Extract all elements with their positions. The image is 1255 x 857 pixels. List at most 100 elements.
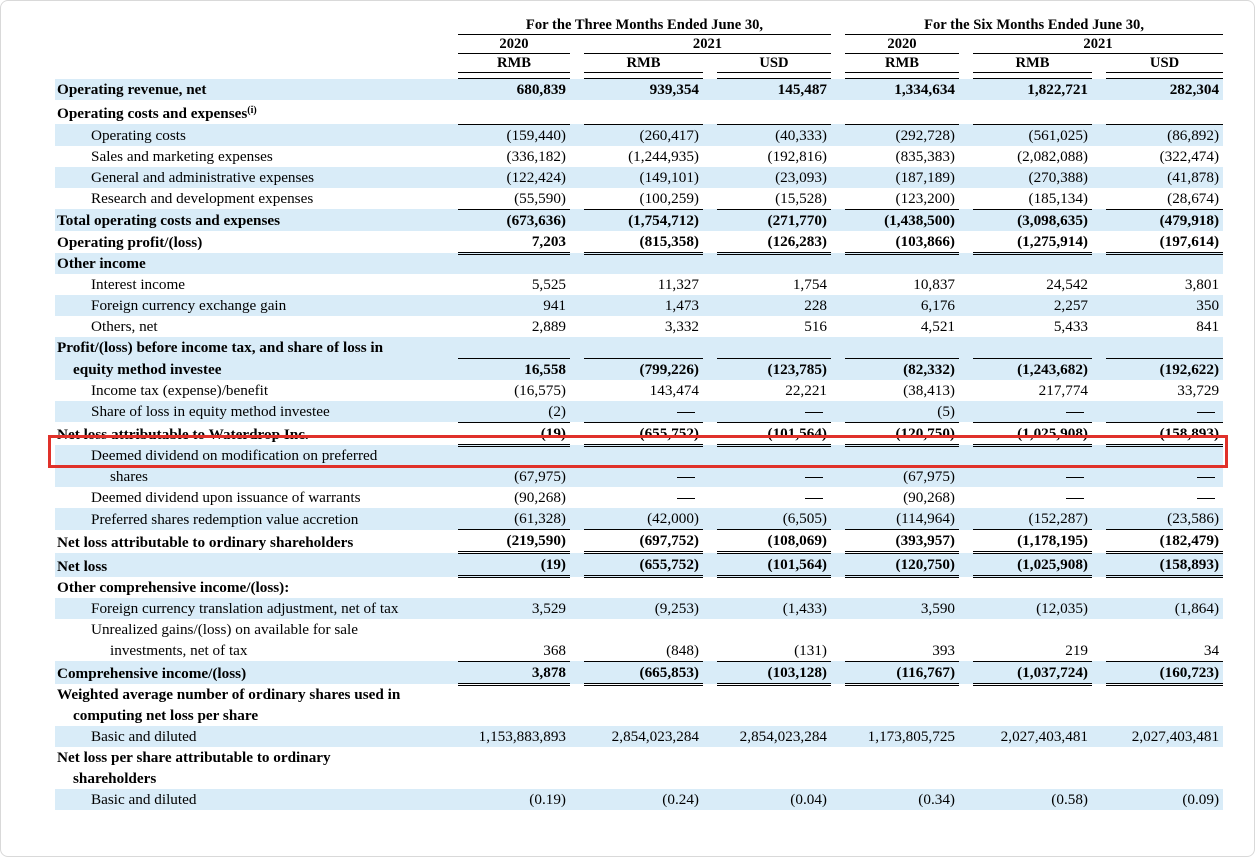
table-cell-value: 3,590 (845, 597, 959, 619)
table-cell-value: (9,253) (584, 597, 703, 619)
row-label: Deemed dividend upon issuance of warrant… (55, 487, 458, 508)
table-cell-value: (0.09) (1106, 789, 1224, 810)
table-cell-value: (1,037,724) (973, 660, 1092, 686)
table-row: Other comprehensive income/(loss): (55, 577, 1223, 598)
table-row: Weighted average number of ordinary shar… (55, 684, 1223, 705)
row-label: Foreign currency exchange gain (55, 295, 458, 316)
table-cell-value: (16,575) (514, 381, 566, 399)
table-cell-value: 3,801 (1184, 276, 1220, 293)
table-cell-value: (23,093) (717, 166, 831, 188)
table-cell-value: 2,854,023,284 (584, 726, 703, 747)
table-cell-value: (1,275,914) (973, 230, 1092, 255)
header-currency: USD (1106, 53, 1224, 73)
table-cell-value: 24,542 (1046, 276, 1088, 293)
table-cell-value: (1,864) (1106, 597, 1224, 619)
table-row: computing net loss per share (55, 705, 1223, 726)
table-cell-value: (393,957) (845, 529, 959, 554)
dash-mark (1066, 411, 1084, 413)
dash-mark (677, 477, 695, 479)
row-label-text: Foreign currency exchange gain (91, 297, 287, 314)
row-label-text: Total operating costs and expenses (57, 211, 281, 229)
income-statement-table: For the Three Months Ended June 30, For … (55, 16, 1224, 810)
table-row: Operating profit/(loss) 7,203 (815,358) (12… (55, 230, 1224, 255)
row-label-text: Deemed dividend upon issuance of warrant… (91, 489, 361, 506)
table-cell-value: (38,413) (903, 381, 955, 399)
table-cell-value: 5,525 (531, 276, 566, 293)
dash-mark (677, 411, 695, 413)
table-cell-value: (815,358) (584, 230, 703, 255)
table-row: Basic and diluted 1,153,883,893 2,854,023,… (55, 726, 1224, 747)
header-currency: RMB (973, 53, 1092, 73)
table-cell-value: (665,853) (584, 660, 703, 686)
table-cell-value: (15,528) (775, 189, 827, 207)
table-cell-value: (697,752) (584, 529, 703, 554)
table-cell-value: (108,069) (717, 529, 831, 554)
table-cell-value: (0.24) (584, 789, 703, 810)
table-cell-value: (479,918) (1106, 208, 1224, 231)
table-cell-value: 680,839 (458, 78, 570, 100)
table-cell-value: (2,082,088) (1017, 147, 1088, 165)
table-row: Research and development expenses (55,590… (55, 188, 1223, 210)
table-cell-value: (149,101) (584, 166, 703, 188)
dash-mark (1066, 477, 1084, 479)
table-cell-value: (103,128) (717, 660, 831, 686)
row-label: Basic and diluted (55, 726, 458, 747)
table-cell-value: 1,473 (584, 295, 703, 316)
table-cell-value: (835,383) (895, 147, 955, 165)
table-cell-value: (2) (458, 400, 570, 422)
table-cell-value: (19) (458, 552, 570, 578)
table-cell-value (973, 487, 1092, 508)
table-cell-value: (159,440) (458, 123, 570, 146)
table-row: Operating revenue, net 680,839 939,354 145,… (55, 78, 1224, 100)
table-row: Unrealized gains/(loss) on available for… (55, 619, 1223, 640)
table-row: General and administrative expenses (122,… (55, 166, 1224, 188)
table-cell-value: (561,025) (973, 123, 1092, 146)
row-label: Income tax (expense)/benefit (55, 380, 458, 401)
row-label: Research and development expenses (55, 188, 458, 210)
table-cell-value: (126,283) (717, 230, 831, 255)
row-label: Comprehensive income/(loss) (55, 661, 458, 684)
table-cell-value: (1,438,500) (845, 208, 959, 231)
table-cell-value (1106, 487, 1223, 508)
table-cell-value: (1,025,908) (973, 421, 1092, 447)
table-cell-value: 941 (458, 295, 570, 316)
table-cell-value: 22,221 (785, 381, 827, 399)
row-label: shares (55, 466, 458, 487)
row-label-text: Weighted average number of ordinary shar… (57, 686, 401, 703)
table-cell-value: (116,767) (845, 660, 959, 686)
table-cell-value: (158,893) (1106, 552, 1224, 578)
table-cell-value: (192,622) (1106, 357, 1224, 380)
header-currency: RMB (458, 53, 570, 73)
table-row: Share of loss in equity method investee (… (55, 400, 1224, 422)
table-cell-value: (219,590) (458, 529, 570, 554)
table-cell-value (973, 466, 1092, 487)
table-row: Net loss per share attributable to ordin… (55, 747, 1223, 768)
table-cell-value: (23,586) (1106, 508, 1224, 530)
table-cell-value: (1,025,908) (973, 552, 1092, 578)
table-cell-value: 5,433 (1053, 318, 1088, 335)
row-label-text: Operating costs and expenses (57, 105, 248, 122)
table-cell-value: (40,333) (717, 123, 831, 146)
table-cell-value (717, 466, 831, 487)
table-cell-value: 516 (804, 318, 827, 335)
table-cell-value: 939,354 (584, 78, 703, 100)
row-label-text: Other comprehensive income/(loss): (57, 578, 290, 596)
row-label-text: Comprehensive income/(loss) (57, 665, 247, 682)
row-label-text: Income tax (expense)/benefit (91, 381, 269, 399)
table-row: Foreign currency exchange gain 941 1,473 22… (55, 295, 1224, 316)
table-cell-value (717, 400, 831, 422)
row-label: equity method investee (55, 358, 458, 380)
statement-rows: Operating revenue, net 680,839 939,354 145,… (55, 78, 1224, 810)
row-label-text: investments, net of tax (110, 642, 248, 659)
table-row: Interest income 5,525 11,327 1,754 10,837 24,… (55, 274, 1223, 295)
table-cell-value: (100,259) (639, 189, 699, 207)
header-year-row: 2020 2021 2020 2021 (55, 34, 1224, 54)
table-cell-value: (0.04) (717, 789, 831, 810)
table-row: investments, net of tax 368 (848) (131) 393 2… (55, 640, 1223, 662)
table-row: Other income (55, 253, 1224, 274)
dash-mark (677, 498, 695, 500)
header-six-months: For the Six Months Ended June 30, (845, 16, 1224, 35)
table-cell-value: (5) (845, 400, 959, 422)
table-cell-value: 2,027,403,481 (1106, 726, 1224, 747)
row-label: General and administrative expenses (55, 166, 458, 188)
